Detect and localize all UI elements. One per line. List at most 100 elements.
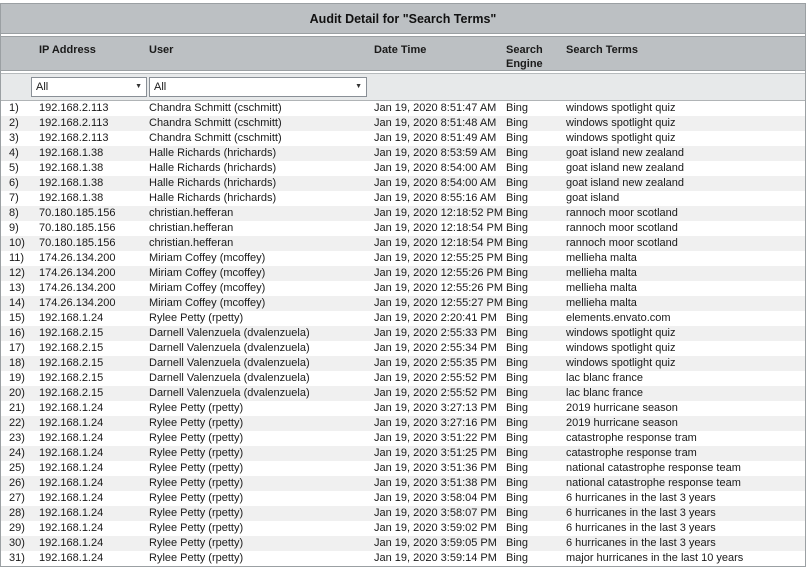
cell-date-time: Jan 19, 2020 2:55:34 PM	[374, 342, 497, 354]
cell-date-time: Jan 19, 2020 3:58:07 PM	[374, 507, 497, 519]
cell-search-engine: Bing	[506, 462, 529, 474]
cell-date-time: Jan 19, 2020 12:55:25 PM	[374, 252, 504, 264]
cell-date-time: Jan 19, 2020 3:51:38 PM	[374, 477, 497, 489]
cell-search-terms: elements.envato.com	[566, 312, 671, 324]
cell-ip-address: 192.168.1.24	[39, 432, 104, 444]
cell-search-engine: Bing	[506, 402, 529, 414]
cell-ip-address: 192.168.1.38	[39, 147, 104, 159]
cell-date-time: Jan 19, 2020 2:55:35 PM	[374, 357, 497, 369]
row-number: 14)	[9, 297, 25, 309]
cell-search-terms: 6 hurricanes in the last 3 years	[566, 507, 716, 519]
table-row: 25) 192.168.1.24 Rylee Petty (rpetty) Jan 1…	[1, 461, 805, 476]
cell-search-engine: Bing	[506, 252, 529, 264]
cell-ip-address: 70.180.185.156	[39, 222, 116, 234]
cell-search-terms: goat island new zealand	[566, 162, 685, 174]
cell-user: Rylee Petty (rpetty)	[149, 417, 244, 429]
cell-search-terms: rannoch moor scotland	[566, 207, 678, 219]
cell-search-engine: Bing	[506, 417, 529, 429]
row-number: 28)	[9, 507, 25, 519]
cell-user: christian.hefferan	[149, 237, 234, 249]
table-row: 28) 192.168.1.24 Rylee Petty (rpetty) Jan 1…	[1, 506, 805, 521]
table-row: 19) 192.168.2.15 Darnell Valenzuela (dvale…	[1, 371, 805, 386]
cell-search-engine: Bing	[506, 237, 529, 249]
table-row: 21) 192.168.1.24 Rylee Petty (rpetty) Jan 1…	[1, 401, 805, 416]
table-row: 31) 192.168.1.24 Rylee Petty (rpetty) Jan 1…	[1, 551, 805, 566]
cell-user: Darnell Valenzuela (dvalenzuela)	[149, 387, 310, 399]
cell-search-terms: windows spotlight quiz	[566, 117, 676, 129]
cell-search-engine: Bing	[506, 177, 529, 189]
cell-date-time: Jan 19, 2020 3:59:14 PM	[374, 552, 497, 564]
cell-user: Halle Richards (hrichards)	[149, 177, 277, 189]
cell-search-terms: 6 hurricanes in the last 3 years	[566, 492, 716, 504]
row-number: 26)	[9, 477, 25, 489]
row-number: 5)	[9, 162, 19, 174]
chevron-down-icon: ▼	[135, 83, 142, 90]
cell-user: Rylee Petty (rpetty)	[149, 312, 244, 324]
row-number: 23)	[9, 432, 25, 444]
cell-user: Chandra Schmitt (cschmitt)	[149, 102, 282, 114]
cell-user: Rylee Petty (rpetty)	[149, 462, 244, 474]
cell-date-time: Jan 19, 2020 3:59:02 PM	[374, 522, 497, 534]
cell-search-terms: windows spotlight quiz	[566, 132, 676, 144]
cell-search-terms: major hurricanes in the last 10 years	[566, 552, 744, 564]
cell-ip-address: 192.168.1.24	[39, 537, 104, 549]
ip-address-filter-select[interactable]: All ▼	[31, 77, 147, 97]
row-number: 25)	[9, 462, 25, 474]
table-body: 1) 192.168.2.113 Chandra Schmitt (cschmitt…	[1, 101, 805, 566]
cell-date-time: Jan 19, 2020 3:27:16 PM	[374, 417, 497, 429]
cell-search-engine: Bing	[506, 267, 529, 279]
cell-ip-address: 192.168.2.113	[39, 132, 109, 144]
row-number: 29)	[9, 522, 25, 534]
cell-search-terms: goat island new zealand	[566, 177, 685, 189]
cell-ip-address: 192.168.1.24	[39, 312, 104, 324]
cell-search-terms: catastrophe response tram	[566, 432, 697, 444]
row-number: 12)	[9, 267, 25, 279]
cell-date-time: Jan 19, 2020 8:51:48 AM	[374, 117, 497, 129]
table-row: 23) 192.168.1.24 Rylee Petty (rpetty) Jan 1…	[1, 431, 805, 446]
row-number: 4)	[9, 147, 19, 159]
cell-user: Rylee Petty (rpetty)	[149, 492, 244, 504]
cell-user: Halle Richards (hrichards)	[149, 147, 277, 159]
cell-ip-address: 192.168.2.113	[39, 102, 109, 114]
cell-ip-address: 192.168.2.15	[39, 342, 104, 354]
cell-ip-address: 192.168.1.38	[39, 177, 104, 189]
row-number: 11)	[9, 252, 25, 264]
cell-ip-address: 174.26.134.200	[39, 297, 116, 309]
cell-user: christian.hefferan	[149, 222, 234, 234]
cell-date-time: Jan 19, 2020 3:59:05 PM	[374, 537, 497, 549]
page-title: Audit Detail for "Search Terms"	[1, 4, 805, 34]
cell-search-engine: Bing	[506, 282, 529, 294]
row-number: 15)	[9, 312, 25, 324]
cell-date-time: Jan 19, 2020 2:20:41 PM	[374, 312, 497, 324]
column-header-spacer	[1, 37, 39, 43]
cell-date-time: Jan 19, 2020 3:51:36 PM	[374, 462, 497, 474]
row-number: 3)	[9, 132, 19, 144]
cell-search-terms: national catastrophe response team	[566, 462, 741, 474]
cell-date-time: Jan 19, 2020 8:51:49 AM	[374, 132, 497, 144]
table-row: 30) 192.168.1.24 Rylee Petty (rpetty) Jan 1…	[1, 536, 805, 551]
cell-search-terms: rannoch moor scotland	[566, 222, 678, 234]
cell-user: Rylee Petty (rpetty)	[149, 522, 244, 534]
cell-ip-address: 192.168.1.24	[39, 522, 104, 534]
cell-search-engine: Bing	[506, 147, 529, 159]
table-row: 14) 174.26.134.200 Miriam Coffey (mcoffey)…	[1, 296, 805, 311]
table-row: 13) 174.26.134.200 Miriam Coffey (mcoffey)…	[1, 281, 805, 296]
chevron-down-icon: ▼	[355, 83, 362, 90]
table-row: 26) 192.168.1.24 Rylee Petty (rpetty) Jan 1…	[1, 476, 805, 491]
table-row: 27) 192.168.1.24 Rylee Petty (rpetty) Jan 1…	[1, 491, 805, 506]
table-row: 29) 192.168.1.24 Rylee Petty (rpetty) Jan 1…	[1, 521, 805, 536]
cell-search-terms: 6 hurricanes in the last 3 years	[566, 537, 716, 549]
cell-date-time: Jan 19, 2020 8:54:00 AM	[374, 177, 497, 189]
row-number: 9)	[9, 222, 19, 234]
table-row: 2) 192.168.2.113 Chandra Schmitt (cschmitt…	[1, 116, 805, 131]
row-number: 16)	[9, 327, 25, 339]
row-number: 24)	[9, 447, 25, 459]
cell-search-terms: windows spotlight quiz	[566, 357, 676, 369]
cell-ip-address: 192.168.2.15	[39, 327, 104, 339]
user-filter-select[interactable]: All ▼	[149, 77, 367, 97]
cell-user: Miriam Coffey (mcoffey)	[149, 282, 266, 294]
column-header-user: User	[149, 44, 174, 56]
cell-user: Miriam Coffey (mcoffey)	[149, 252, 266, 264]
cell-user: Halle Richards (hrichards)	[149, 192, 277, 204]
cell-search-terms: national catastrophe response team	[566, 477, 741, 489]
